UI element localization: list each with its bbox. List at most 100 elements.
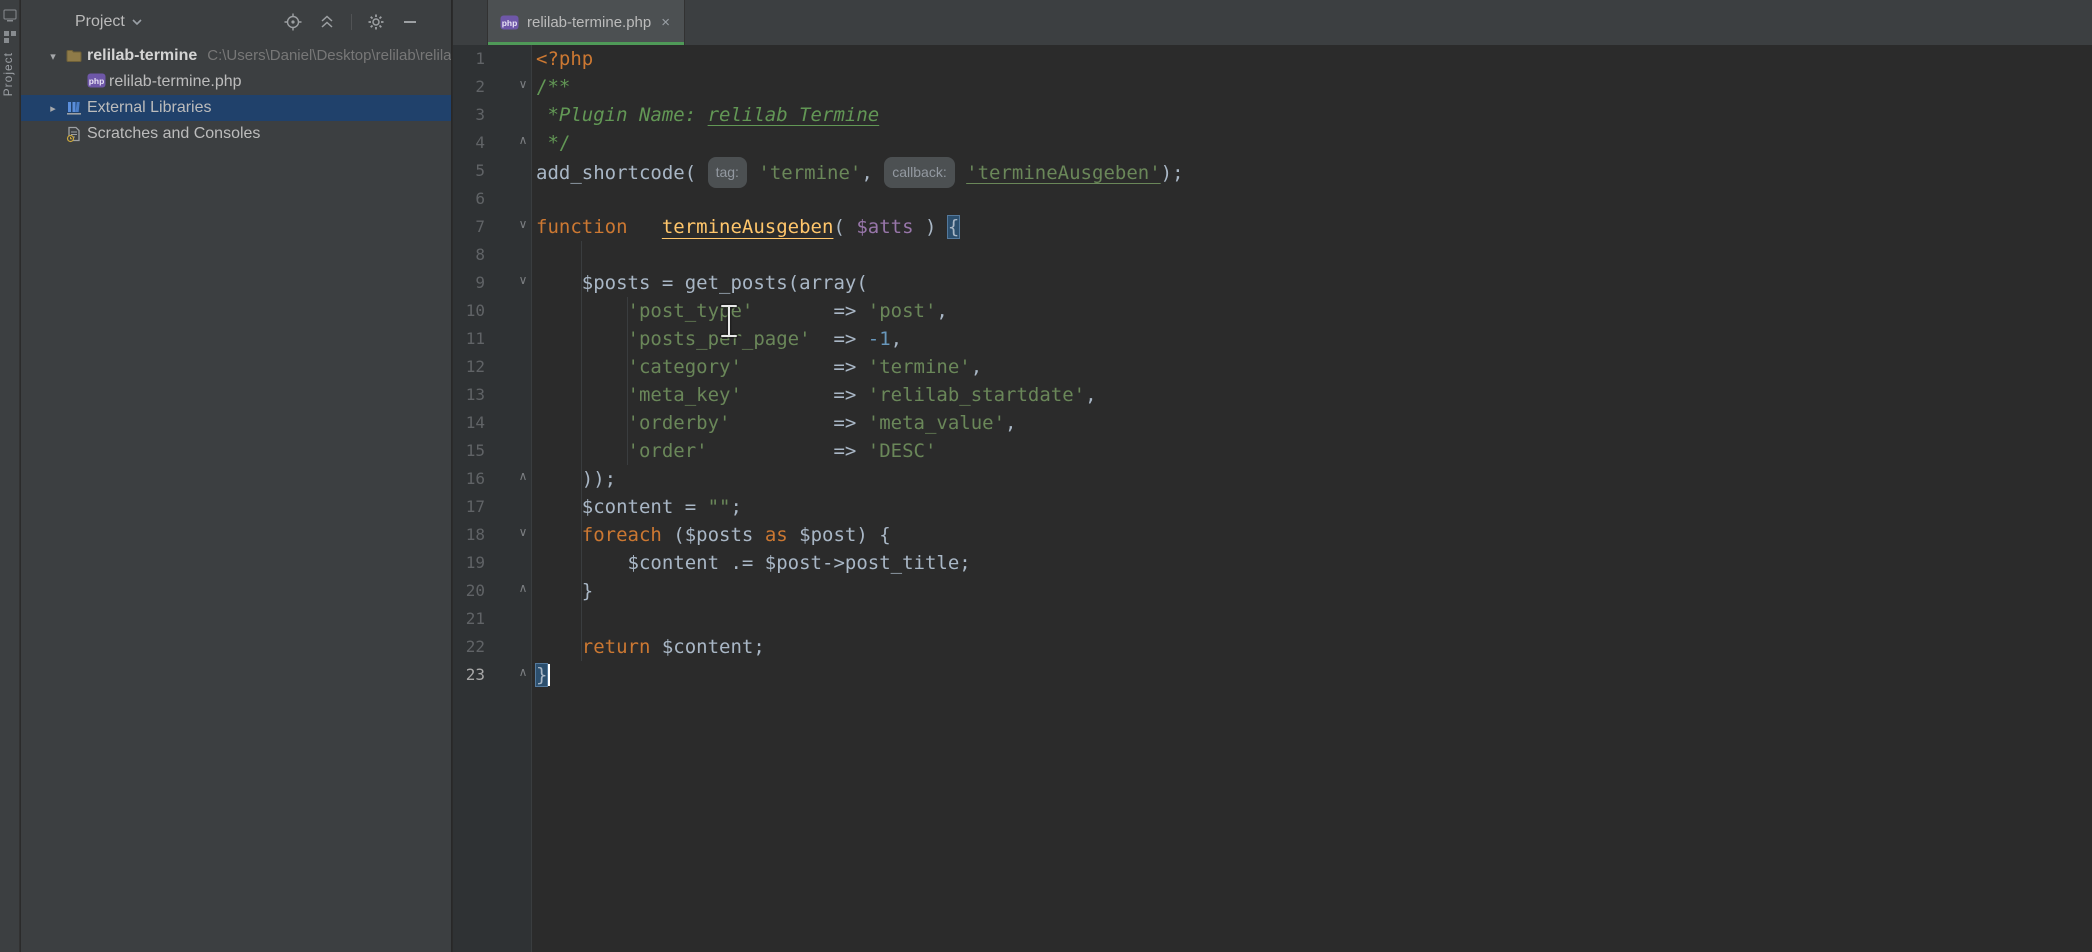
code-line-17[interactable]: $content = ""; [533,493,2092,521]
code-token [747,162,758,184]
code-token: termineAusgeben [662,216,834,238]
toolbar-divider [351,14,352,30]
line-number: 15 [453,441,485,460]
code-token: */ [536,132,570,154]
text-cursor-pointer [716,302,742,340]
line-number: 10 [453,301,485,320]
project-panel-header: Project [21,0,451,45]
code-line-21[interactable] [533,605,2092,633]
chevron-expanded-icon[interactable]: ▾ [45,48,61,64]
fold-end-icon[interactable]: ∧ [515,581,531,595]
fold-end-icon[interactable]: ∧ [515,133,531,147]
gutter-line-13: 13 [453,381,532,409]
project-view-selector[interactable]: Project [75,13,142,31]
code-line-18[interactable]: foreach ($posts as $post) { [533,521,2092,549]
line-number: 16 [453,469,485,488]
tree-item-label: relilab-termineC:\Users\Daniel\Desktop\r… [87,47,451,65]
fold-end-icon[interactable]: ∧ [515,665,531,679]
tab-close-icon[interactable]: × [659,15,670,30]
code-token [536,272,582,294]
code-line-23[interactable]: } [533,661,2092,689]
code-line-6[interactable] [533,185,2092,213]
code-line-7[interactable]: function termineAusgeben( $atts ) { [533,213,2092,241]
code-token [536,412,628,434]
tool-window-stripe-project[interactable]: Project [1,52,15,96]
code-line-13[interactable]: 'meta_key' => 'relilab_startdate', [533,381,2092,409]
fold-end-icon[interactable]: ∧ [515,469,531,483]
code-line-14[interactable]: 'orderby' => 'meta_value', [533,409,2092,437]
code-token: $content [662,636,754,658]
tree-item-external-libraries[interactable]: ▸ External Libraries [21,95,451,121]
code-line-9[interactable]: $posts = get_posts(array( [533,269,2092,297]
code-line-16[interactable]: )); [533,465,2092,493]
tree-item-scratches-and-consoles[interactable]: Scratches and Consoles [21,121,451,147]
code-line-20[interactable]: } [533,577,2092,605]
code-token: , [891,328,902,350]
code-token [536,328,628,350]
code-token: $post [765,552,822,574]
code-editor[interactable]: <?php/** *Plugin Name: relilab Termine *… [533,45,2092,952]
fold-expand-icon[interactable]: ∨ [515,217,531,231]
code-token: $atts [856,216,913,238]
code-token: ( [833,216,856,238]
code-line-3[interactable]: *Plugin Name: relilab Termine [533,101,2092,129]
code-line-5[interactable]: add_shortcode( tag: 'termine', callback:… [533,157,2092,185]
tree-item-relilab-termine[interactable]: ▾ relilab-termineC:\Users\Daniel\Desktop\… [21,43,451,69]
fold-expand-icon[interactable]: ∨ [515,525,531,539]
code-token: get_posts [685,272,788,294]
fold-expand-icon[interactable]: ∨ [515,77,531,91]
code-token: => [833,328,867,350]
tab-label: relilab-termine.php [527,14,651,31]
chevron-down-icon [132,19,142,25]
line-number: 5 [453,161,485,180]
line-number: 9 [453,273,485,292]
line-number: 11 [453,329,485,348]
code-line-15[interactable]: 'order' => 'DESC' [533,437,2092,465]
tab-relilab-termine-php[interactable]: php relilab-termine.php × [487,0,685,45]
code-token: 'meta_key' [628,384,742,406]
code-token: , [1085,384,1096,406]
code-token: function [536,216,628,238]
hide-panel-icon[interactable] [400,12,420,32]
line-number: 17 [453,497,485,516]
code-token: ) [914,216,948,238]
code-line-11[interactable]: 'posts_per_page' => -1, [533,325,2092,353]
locate-file-icon[interactable] [283,12,303,32]
gutter-line-16: 16 ∧ [453,465,532,493]
chevron-collapsed-icon[interactable]: ▸ [45,100,61,116]
code-line-4[interactable]: */ [533,129,2092,157]
stripe-icon-top[interactable] [3,8,17,22]
code-line-22[interactable]: return $content; [533,633,2092,661]
gutter-line-18: 18∨ [453,521,532,549]
line-number: 14 [453,413,485,432]
code-line-1[interactable]: <?php [533,45,2092,73]
code-line-12[interactable]: 'category' => 'termine', [533,353,2092,381]
stripe-icon-grid[interactable] [3,30,17,44]
gutter-line-3: 3 [453,101,532,129]
code-line-10[interactable]: 'post_type' => 'post', [533,297,2092,325]
code-token [536,496,582,518]
editor-gutter: 12∨34∧567∨89∨10111213141516∧1718∨1920∧21… [453,45,532,952]
parameter-hint-badge: callback: [884,157,954,188]
fold-expand-icon[interactable]: ∨ [515,273,531,287]
code-token: ; [959,552,970,574]
code-line-8[interactable] [533,241,2092,269]
code-token: , [971,356,982,378]
code-token [753,300,833,322]
tree-item-relilab-termine-php[interactable]: phprelilab-termine.php [21,69,451,95]
code-token: 'termine' [868,356,971,378]
settings-gear-icon[interactable] [366,12,386,32]
tree-item-label: External Libraries [87,99,212,117]
svg-text:php: php [89,76,105,86]
tool-window-stripe: Project [0,0,20,952]
parameter-hint-badge: tag: [708,157,747,188]
gutter-line-14: 14 [453,409,532,437]
code-token: , [936,300,947,322]
code-line-2[interactable]: /** [533,73,2092,101]
code-line-19[interactable]: $content .= $post->post_title; [533,549,2092,577]
collapse-all-icon[interactable] [317,12,337,32]
code-token: $posts [685,524,754,546]
code-token [742,356,834,378]
line-number: 13 [453,385,485,404]
gutter-line-9: 9∨ [453,269,532,297]
